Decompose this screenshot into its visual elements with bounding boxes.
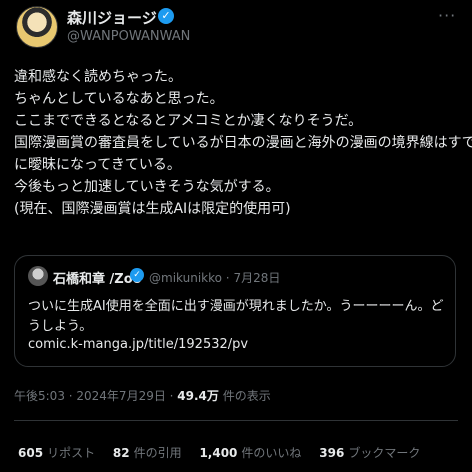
quoted-tweet-link[interactable]: comic.k-manga.jp/title/192532/pv: [28, 337, 248, 352]
tweet-text-line: ここまでできるとなるとアメコミとか凄くなりそうだ。: [14, 113, 363, 129]
author-handle[interactable]: @WANPOWANWAN: [67, 29, 190, 44]
quoted-author-avatar: [28, 266, 48, 286]
quoted-date: 7月28日: [233, 271, 281, 285]
bookmarks-count: 396: [319, 446, 345, 460]
divider: [14, 420, 458, 421]
bookmarks-stat[interactable]: 396 ブックマーク: [319, 446, 420, 460]
tweet-text-line: 違和感なく読めちゃった。: [14, 69, 182, 85]
tweet-text-line: 国際漫画賞の審査員をしているが日本の漫画と海外の漫画の境界線はすで: [14, 135, 472, 151]
author-avatar[interactable]: [16, 6, 58, 48]
tweet-text-line: (現在、国際漫画賞は生成AIは限定的使用可): [14, 201, 291, 217]
tweet-text: 違和感なく読めちゃった。 ちゃんとしているなあと思った。 ここまでできるとなると…: [14, 66, 472, 220]
verified-badge-icon: ✓: [158, 8, 174, 24]
tweet-text-line: 今後もっと加速していきそうな気がする。: [14, 179, 280, 195]
quoted-author-handle: @mikunikko: [149, 271, 222, 285]
bookmarks-label: ブックマーク: [348, 446, 421, 460]
reposts-stat[interactable]: 605 リポスト: [18, 446, 95, 460]
likes-label: 件のいいね: [241, 446, 302, 460]
quotes-label: 件の引用: [133, 446, 182, 460]
reposts-label: リポスト: [47, 446, 96, 460]
views-count: 49.4万: [177, 389, 219, 403]
tweet-text-line: ちゃんとしているなあと思った。: [14, 91, 224, 107]
likes-stat[interactable]: 1,400 件のいいね: [199, 446, 301, 460]
tweet-timestamp[interactable]: 午後5:03 · 2024年7月29日 ·: [14, 389, 177, 403]
tweet-text-line: に曖昧になってきている。: [14, 157, 181, 173]
author-display-name[interactable]: 森川ジョージ: [67, 7, 157, 28]
quoted-author-name: 石橋和章 /Zoo: [53, 272, 142, 287]
more-options-icon[interactable]: ···: [438, 6, 456, 25]
likes-count: 1,400: [199, 446, 238, 460]
views-label: 件の表示: [218, 389, 271, 403]
quoted-tweet-text: ついに生成AI使用を全面に出す漫画が現れましたか。うーーーーん。どうしよう。: [28, 299, 444, 334]
engagement-stats: 605 リポスト 82 件の引用 1,400 件のいいね 396 ブックマーク: [18, 444, 434, 461]
quoted-separator: ·: [225, 271, 230, 285]
quotes-count: 82: [112, 446, 130, 460]
quotes-stat[interactable]: 82 件の引用: [113, 446, 182, 460]
quoted-verified-badge-icon: ✓: [130, 268, 144, 282]
tweet-meta: 午後5:03 · 2024年7月29日 · 49.4万 件の表示: [14, 387, 271, 404]
reposts-count: 605: [18, 446, 44, 460]
quoted-author-meta: @mikunikko · 7月28日: [149, 269, 280, 286]
